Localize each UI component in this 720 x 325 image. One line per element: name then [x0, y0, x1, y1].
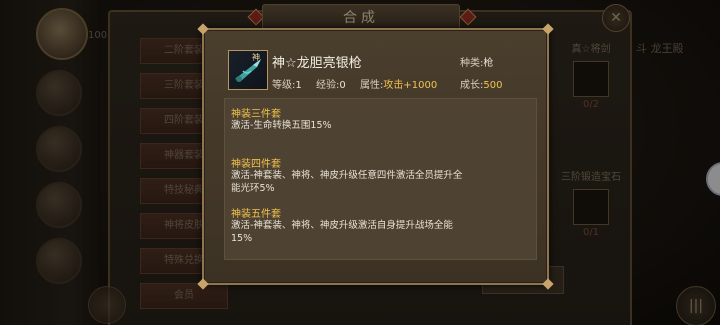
set-title: 神装四件套 — [231, 159, 281, 170]
set-description: 激活-生命转换五围15% — [231, 120, 332, 131]
item-tooltip: 神 神☆龙胆亮银枪 种类:枪 等级:1 经验:0 属性:攻击+1000 成长:5… — [197, 23, 554, 290]
item-type: 种类:枪 — [460, 54, 493, 69]
level-label: 等级: — [272, 80, 296, 91]
growth-value: 500 — [483, 80, 503, 91]
set-description: 激活-神套装、神将、神皮升级激活自身提升战场全能15% — [231, 220, 453, 244]
attr-label: 属性: — [360, 80, 384, 91]
item-growth: 成长:500 — [460, 76, 502, 91]
set-title: 神装五件套 — [231, 209, 281, 220]
item-level: 等级:1 — [272, 76, 302, 91]
type-label: 种类: — [460, 58, 484, 69]
exp-value: 0 — [339, 80, 346, 91]
item-exp: 经验:0 — [316, 76, 346, 91]
item-name: 神☆龙胆亮银枪 — [272, 56, 362, 71]
set-title: 神装三件套 — [231, 109, 281, 120]
set-description: 激活-神套装、神将、神皮升级任意四件激活全员提升全能光环5% — [231, 170, 463, 194]
god-badge: 神 — [252, 53, 260, 62]
set-bonus-box: 神装三件套 激活-生命转换五围15% 神装四件套 激活-神套装、神将、神皮升级任… — [224, 98, 537, 260]
spear-icon — [228, 50, 268, 90]
item-attribute: 属性:攻击+1000 — [360, 76, 437, 91]
attr-value: 攻击+1000 — [383, 80, 438, 91]
exp-label: 经验: — [316, 80, 340, 91]
growth-label: 成长: — [460, 80, 484, 91]
type-value: 枪 — [483, 58, 494, 69]
level-value: 1 — [295, 80, 302, 91]
game-scene: 100 合成 ✕ 二阶套装 三阶套装 四阶套装 神器套装 特技秘典 神将皮肤 特… — [0, 0, 720, 325]
